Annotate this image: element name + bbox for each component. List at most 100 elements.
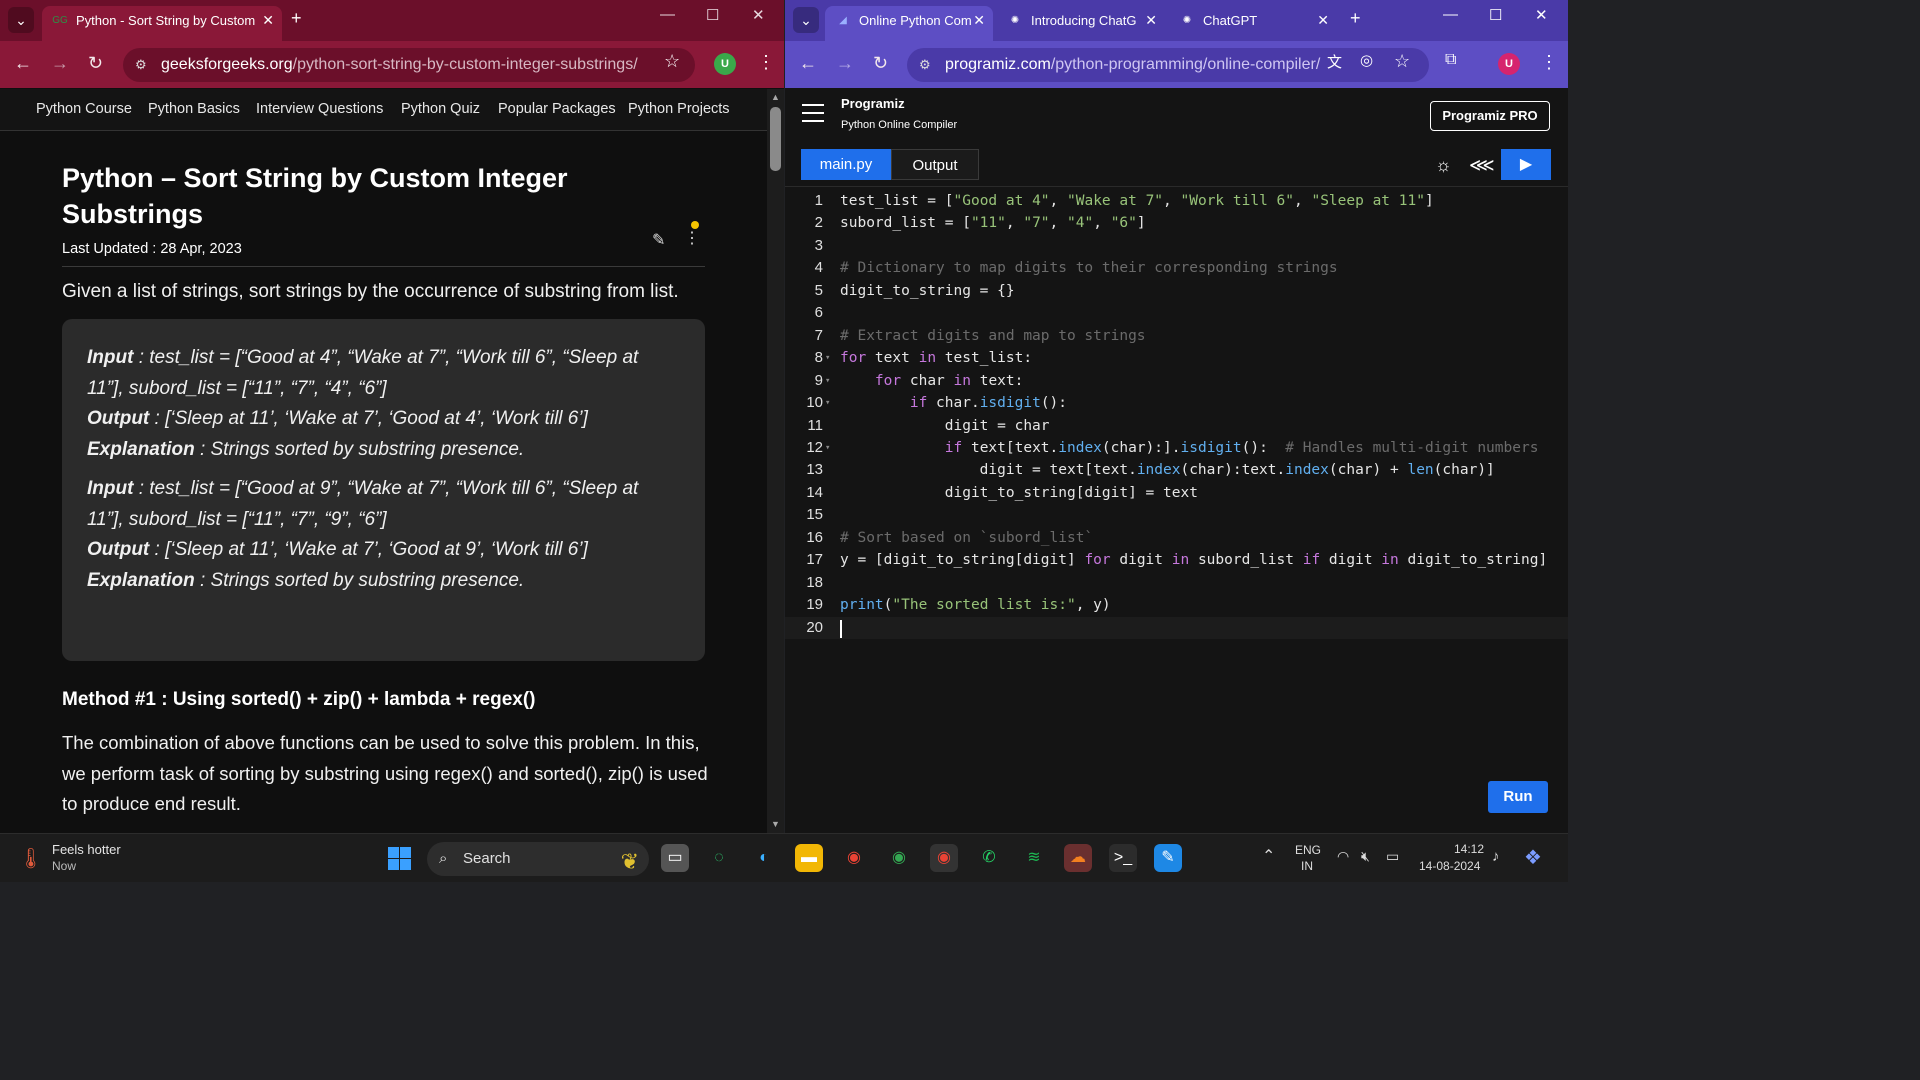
code-line[interactable]: 7 # Extract digits and map to strings bbox=[785, 325, 1568, 348]
chrome-active-icon[interactable]: ◉ bbox=[930, 844, 958, 872]
code-line[interactable]: 20 bbox=[785, 616, 1568, 640]
close-tab-icon[interactable]: ✕ bbox=[973, 6, 985, 35]
code-line[interactable]: 15 bbox=[785, 504, 1568, 527]
code-line[interactable]: 10 ▾ if char.isdigit(): bbox=[785, 392, 1568, 415]
scroll-down-arrow-icon[interactable]: ▼ bbox=[771, 819, 780, 829]
code-line[interactable]: 13 digit = text[text.index(char):text.in… bbox=[785, 459, 1568, 482]
whatsapp-icon[interactable]: ✆ bbox=[975, 844, 1003, 872]
code-line[interactable]: 4 # Dictionary to map digits to their cor… bbox=[785, 257, 1568, 280]
bookmark-star-icon[interactable]: ☆ bbox=[1394, 51, 1410, 72]
code-line[interactable]: 8 ▾ for text in test_list: bbox=[785, 347, 1568, 370]
nav-python-basics[interactable]: Python Basics bbox=[148, 101, 240, 117]
menu-kebab-icon[interactable]: ⋮ bbox=[757, 52, 775, 73]
tab-search-dropdown[interactable]: ⌄ bbox=[8, 7, 34, 33]
site-info-icon[interactable]: ⚙ bbox=[919, 48, 931, 82]
close-tab-icon[interactable]: ✕ bbox=[1145, 6, 1157, 35]
wifi-icon[interactable]: ◠ bbox=[1337, 848, 1349, 865]
spotify-icon[interactable]: ≋ bbox=[1020, 844, 1048, 872]
task-view-icon[interactable]: ▭ bbox=[661, 844, 689, 872]
code-line[interactable]: 14 digit_to_string[digit] = text bbox=[785, 482, 1568, 505]
back-button[interactable]: ← bbox=[799, 53, 817, 74]
notification-bell-icon[interactable]: ♪ bbox=[1492, 848, 1500, 865]
address-bar[interactable]: ⚙ geeksforgeeks.org/python-sort-string-b… bbox=[123, 48, 695, 82]
fold-arrow-icon[interactable]: ▾ bbox=[825, 370, 830, 393]
scrollbar-thumb[interactable] bbox=[770, 107, 781, 171]
code-line[interactable]: 12 ▾ if text[text.index(char):].isdigit()… bbox=[785, 437, 1568, 460]
fold-arrow-icon[interactable]: ▾ bbox=[825, 347, 830, 370]
code-line[interactable]: 17 y = [digit_to_string[digit] for digit … bbox=[785, 549, 1568, 572]
programiz-pro-button[interactable]: Programiz PRO bbox=[1430, 101, 1550, 131]
editor-app-icon[interactable]: ✎ bbox=[1154, 844, 1182, 872]
close-tab-icon[interactable]: ✕ bbox=[262, 6, 274, 35]
forward-button[interactable]: → bbox=[51, 53, 69, 74]
scroll-up-arrow-icon[interactable]: ▲ bbox=[771, 92, 780, 102]
maximize-button[interactable]: ☐ bbox=[1489, 6, 1502, 24]
edit-pencil-icon[interactable]: ✎ bbox=[652, 230, 665, 250]
forward-button[interactable]: → bbox=[836, 53, 854, 74]
lang-bottom[interactable]: IN bbox=[1301, 859, 1313, 873]
edge-icon[interactable]: ◐ bbox=[750, 844, 778, 872]
theme-sun-icon[interactable]: ☼ bbox=[1435, 155, 1452, 176]
chrome-icon[interactable]: ◉ bbox=[840, 844, 868, 872]
close-tab-icon[interactable]: ✕ bbox=[1317, 6, 1329, 35]
clock-time[interactable]: 14:12 bbox=[1454, 842, 1484, 856]
taskbar-search[interactable]: ⌕ Search ❦ bbox=[427, 842, 649, 876]
code-line[interactable]: 9 ▾ for char in text: bbox=[785, 370, 1568, 393]
code-line[interactable]: 18 bbox=[785, 572, 1568, 595]
chrome-profile-icon[interactable]: ◉ bbox=[885, 844, 913, 872]
minimize-button[interactable]: — bbox=[660, 6, 675, 23]
share-icon[interactable]: ⋘ bbox=[1469, 155, 1495, 176]
extensions-puzzle-icon[interactable]: ⧉ bbox=[1445, 51, 1456, 69]
nav-popular-packages[interactable]: Popular Packages bbox=[498, 101, 616, 117]
code-line[interactable]: 19 print("The sorted list is:", y) bbox=[785, 594, 1568, 617]
tab-output[interactable]: Output bbox=[891, 149, 979, 180]
code-line[interactable]: 6 bbox=[785, 302, 1568, 325]
tab-introducing-chatgpt[interactable]: ✺ Introducing ChatG ✕ bbox=[997, 6, 1165, 41]
address-bar[interactable]: ⚙ programiz.com/python-programming/onlin… bbox=[907, 48, 1429, 82]
clock-date[interactable]: 14-08-2024 bbox=[1419, 859, 1480, 873]
code-line[interactable]: 1 test_list = ["Good at 4", "Wake at 7", … bbox=[785, 190, 1568, 213]
reload-button[interactable]: ↻ bbox=[873, 53, 888, 74]
article-options-icon[interactable]: ⋮ bbox=[684, 228, 700, 248]
nav-interview-questions[interactable]: Interview Questions bbox=[256, 101, 383, 117]
maximize-button[interactable]: ☐ bbox=[706, 6, 719, 24]
fold-arrow-icon[interactable]: ▾ bbox=[825, 392, 830, 415]
windows-start-icon[interactable] bbox=[388, 847, 411, 870]
run-play-icon[interactable]: ▶ bbox=[1501, 149, 1551, 180]
profile-avatar[interactable]: U bbox=[1498, 53, 1520, 75]
page-scrollbar[interactable]: ▲ ▼ bbox=[767, 89, 784, 833]
terminal-icon[interactable]: >_ bbox=[1109, 844, 1137, 872]
nav-python-quiz[interactable]: Python Quiz bbox=[401, 101, 480, 117]
close-window-button[interactable]: ✕ bbox=[1535, 6, 1548, 24]
tab-gfg[interactable]: GG Python - Sort String by Custom ✕ bbox=[42, 6, 282, 41]
minimize-button[interactable]: — bbox=[1443, 6, 1458, 23]
reload-button[interactable]: ↻ bbox=[88, 53, 103, 74]
site-info-icon[interactable]: ⚙ bbox=[135, 48, 147, 82]
refresh-app-icon[interactable]: ◌ bbox=[705, 844, 733, 872]
eye-off-icon[interactable]: ◎ bbox=[1360, 51, 1373, 69]
battery-icon[interactable]: ▭ bbox=[1386, 848, 1399, 865]
code-editor[interactable]: 1 test_list = ["Good at 4", "Wake at 7", … bbox=[785, 190, 1568, 833]
tab-chatgpt[interactable]: ✺ ChatGPT ✕ bbox=[1169, 6, 1337, 41]
file-explorer-icon[interactable]: ▬ bbox=[795, 844, 823, 872]
code-line[interactable]: 3 bbox=[785, 235, 1568, 258]
nav-python-course[interactable]: Python Course bbox=[36, 101, 132, 117]
hamburger-menu-icon[interactable] bbox=[802, 104, 824, 128]
volume-muted-icon[interactable]: 🔇︎ bbox=[1361, 848, 1370, 865]
profile-avatar[interactable]: U bbox=[714, 53, 736, 75]
fold-arrow-icon[interactable]: ▾ bbox=[825, 437, 830, 460]
code-line[interactable]: 2 subord_list = ["11", "7", "4", "6"] bbox=[785, 212, 1568, 235]
tab-search-dropdown[interactable]: ⌄ bbox=[793, 7, 819, 33]
new-tab-button[interactable]: + bbox=[291, 8, 302, 29]
new-tab-button[interactable]: + bbox=[1350, 8, 1361, 29]
back-button[interactable]: ← bbox=[14, 53, 32, 74]
menu-kebab-icon[interactable]: ⋮ bbox=[1540, 52, 1558, 73]
tab-main-py[interactable]: main.py bbox=[801, 149, 891, 180]
tray-chevron-icon[interactable]: ⌃ bbox=[1262, 846, 1275, 866]
copilot-icon[interactable]: ❖ bbox=[1524, 845, 1542, 870]
programiz-logo[interactable]: Programiz bbox=[841, 96, 905, 111]
close-window-button[interactable]: ✕ bbox=[752, 6, 765, 24]
code-line[interactable]: 11 digit = char bbox=[785, 415, 1568, 438]
lang-top[interactable]: ENG bbox=[1295, 843, 1321, 857]
code-line[interactable]: 5 digit_to_string = {} bbox=[785, 280, 1568, 303]
